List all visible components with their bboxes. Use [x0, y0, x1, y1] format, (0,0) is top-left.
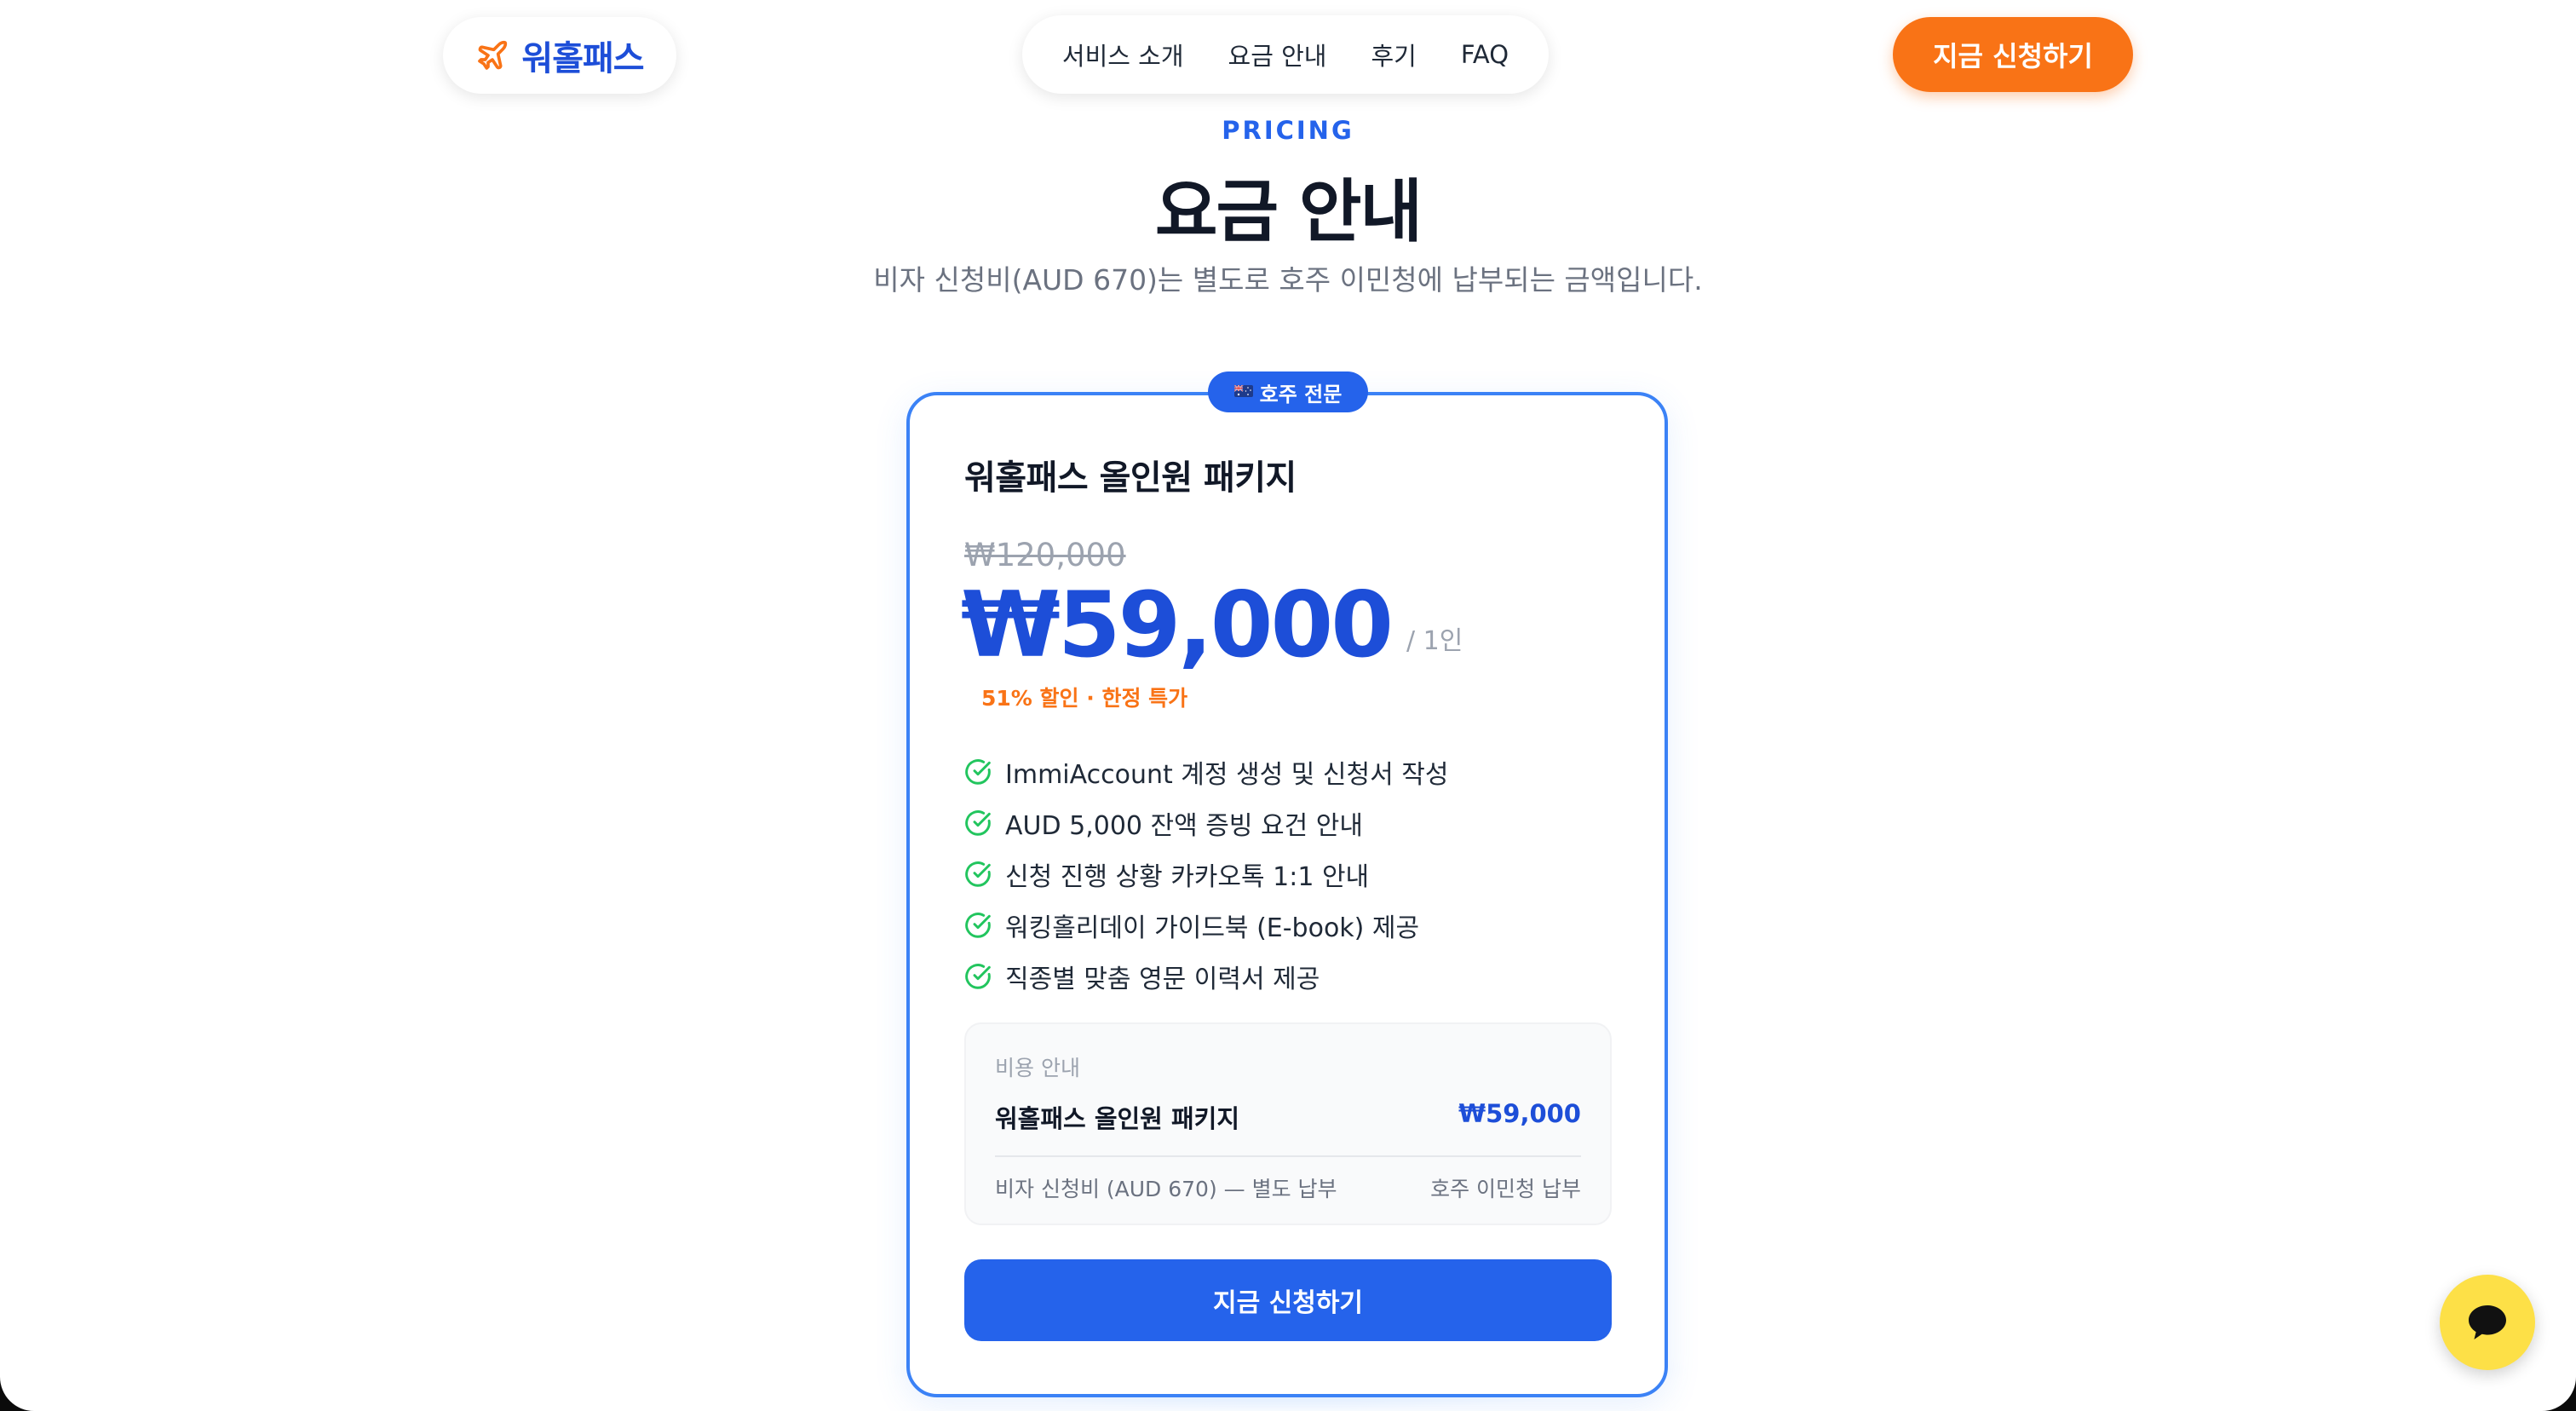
feature-item: ImmiAccount 계정 생성 및 신청서 작성 — [964, 746, 1448, 798]
cost-summary: 비용 안내 워홀패스 올인원 패키지 ₩59,000 비자 신청비 (AUD 6… — [964, 1022, 1612, 1225]
airplane-icon — [475, 38, 509, 72]
logo[interactable]: 워홀패스 — [443, 17, 676, 94]
feature-text: ImmiAccount 계정 생성 및 신청서 작성 — [1005, 760, 1449, 790]
header-apply-button[interactable]: 지금 신청하기 — [1893, 17, 2133, 92]
feature-text: 신청 진행 상황 카카오톡 1:1 안내 — [1005, 862, 1370, 892]
price-row: ₩59,000 / 1인 — [961, 573, 1463, 677]
card-badge-label: 호주 전문 — [1259, 382, 1343, 406]
section-eyebrow: PRICING — [1222, 116, 1354, 145]
feature-item: 신청 진행 상황 카카오톡 1:1 안내 — [964, 849, 1448, 900]
check-circle-icon — [964, 912, 992, 939]
current-price: ₩59,000 — [961, 573, 1394, 677]
discount-text: 51% 할인 · 한정 특가 — [981, 686, 1188, 711]
nav-link-service-intro[interactable]: 서비스 소개 — [1062, 37, 1184, 72]
cost-item-price: ₩59,000 — [1458, 1099, 1581, 1128]
cost-summary-label: 비용 안내 — [995, 1056, 1080, 1080]
feature-text: AUD 5,000 잔액 증빙 요건 안내 — [1005, 811, 1363, 841]
main-nav: 서비스 소개 요금 안내 후기 FAQ — [1022, 15, 1549, 94]
chat-button[interactable] — [2440, 1275, 2535, 1370]
feature-text: 직종별 맞춤 영문 이력서 제공 — [1005, 965, 1320, 994]
chat-bubble-icon — [2465, 1302, 2510, 1343]
check-circle-icon — [964, 758, 992, 786]
check-circle-icon — [964, 963, 992, 990]
original-price: ₩120,000 — [964, 537, 1126, 573]
check-circle-icon — [964, 861, 992, 888]
feature-item: 직종별 맞춤 영문 이력서 제공 — [964, 951, 1448, 1002]
apply-now-button[interactable]: 지금 신청하기 — [964, 1259, 1612, 1341]
nav-link-faq[interactable]: FAQ — [1461, 40, 1509, 69]
nav-link-reviews[interactable]: 후기 — [1371, 37, 1417, 72]
section-title: 요금 안내 — [1154, 172, 1423, 251]
visa-fee-payee: 호주 이민청 납부 — [1430, 1177, 1581, 1201]
package-title: 워홀패스 올인원 패키지 — [964, 458, 1297, 498]
nav-link-pricing[interactable]: 요금 안내 — [1228, 37, 1327, 72]
feature-list: ImmiAccount 계정 생성 및 신청서 작성 AUD 5,000 잔액 … — [964, 746, 1448, 1002]
feature-item: 워킹홀리데이 가이드북 (E-book) 제공 — [964, 900, 1448, 951]
card-badge: 호주 전문 — [1208, 371, 1368, 412]
check-circle-icon — [964, 809, 992, 837]
section-subtitle: 비자 신청비(AUD 670)는 별도로 호주 이민청에 납부되는 금액입니다. — [873, 263, 1703, 297]
price-unit: / 1인 — [1406, 625, 1463, 656]
logo-text: 워홀패스 — [521, 39, 644, 78]
feature-item: AUD 5,000 잔액 증빙 요건 안내 — [964, 798, 1448, 849]
cost-item-name: 워홀패스 올인원 패키지 — [995, 1104, 1239, 1133]
visa-fee-note: 비자 신청비 (AUD 670) — 별도 납부 — [995, 1177, 1337, 1201]
australia-flag-icon — [1233, 383, 1253, 401]
divider — [995, 1155, 1581, 1157]
feature-text: 워킹홀리데이 가이드북 (E-book) 제공 — [1005, 913, 1420, 943]
